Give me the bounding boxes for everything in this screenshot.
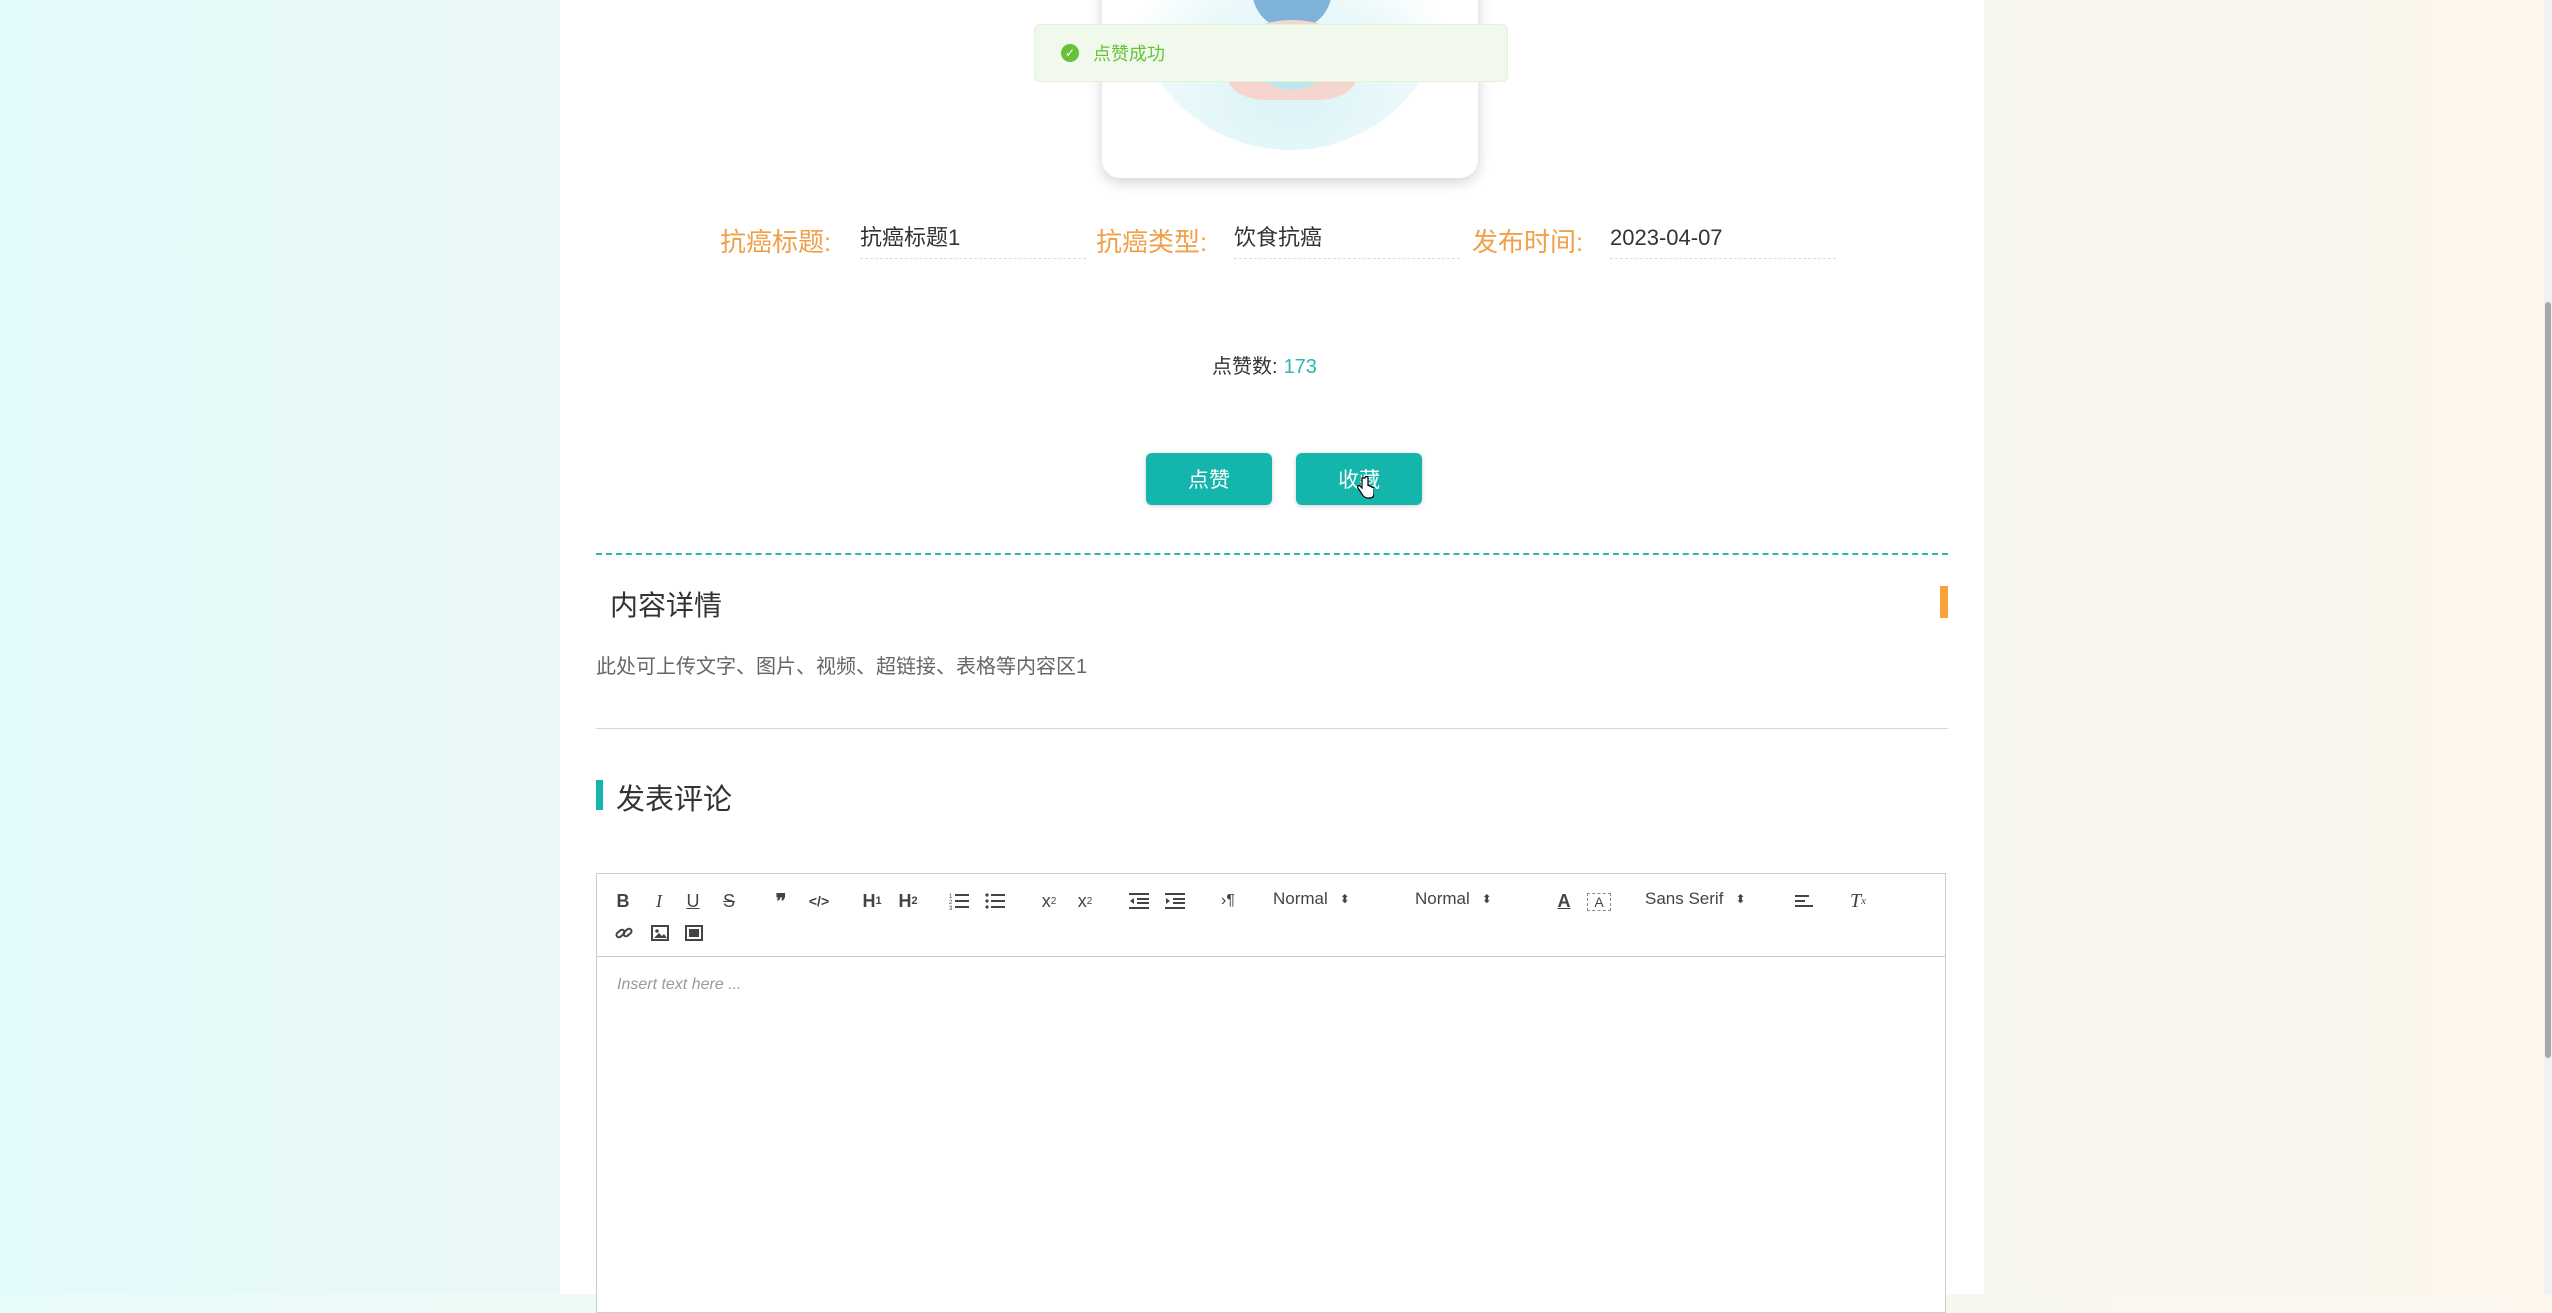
comment-title: 发表评论: [616, 784, 733, 816]
section-divider-dashed: [596, 553, 1948, 555]
select-arrows-icon: ⬍: [1735, 892, 1746, 906]
svg-text:3: 3: [949, 906, 953, 910]
bullet-list-icon[interactable]: [983, 889, 1007, 913]
comment-accent-bar: [596, 780, 603, 810]
like-button[interactable]: 点赞: [1146, 453, 1272, 505]
outdent-icon[interactable]: [1127, 889, 1151, 913]
font-select[interactable]: Sans Serif ⬍: [1645, 889, 1746, 909]
ordered-list-icon[interactable]: 123: [947, 889, 971, 913]
video-icon[interactable]: [683, 921, 705, 945]
title-label: 抗癌标题:: [720, 227, 832, 257]
size-select-value: Normal: [1415, 889, 1470, 908]
comment-editor: B I U S ❞ </> H1 H2 123 x2 x2 ›¶ Normal ⬍…: [596, 873, 1946, 1313]
clean-format-icon[interactable]: Tx: [1847, 889, 1869, 913]
page-background-left: [0, 0, 560, 1294]
align-icon[interactable]: [1793, 889, 1815, 913]
indent-icon[interactable]: [1163, 889, 1187, 913]
success-toast: ✓ 点赞成功: [1034, 24, 1508, 82]
toast-message: 点赞成功: [1093, 44, 1165, 64]
content-detail-title: 内容详情: [610, 590, 723, 621]
select-arrows-icon: ⬍: [1481, 892, 1492, 906]
underline-icon[interactable]: U: [683, 889, 703, 913]
superscript-icon[interactable]: x2: [1073, 889, 1097, 913]
header-2-icon[interactable]: H2: [895, 889, 921, 913]
editor-placeholder[interactable]: Insert text here ...: [617, 976, 742, 994]
code-block-icon[interactable]: </>: [807, 889, 831, 913]
subscript-icon[interactable]: x2: [1037, 889, 1061, 913]
font-select-value: Sans Serif: [1645, 889, 1724, 908]
italic-icon[interactable]: I: [649, 889, 669, 913]
select-arrows-icon: ⬍: [1339, 892, 1350, 906]
like-count-value: 173: [1283, 356, 1317, 378]
header-select[interactable]: Normal ⬍: [1273, 889, 1350, 909]
content-detail-text: 此处可上传文字、图片、视频、超链接、表格等内容区1: [596, 656, 1088, 678]
page-background-right: [1984, 0, 2552, 1294]
header-select-value: Normal: [1273, 889, 1328, 908]
page-scrollbar-thumb[interactable]: [2545, 302, 2551, 1058]
like-count: 点赞数: 173: [1212, 350, 1317, 379]
type-value: 饮食抗癌: [1234, 220, 1460, 259]
rtl-direction-icon[interactable]: ›¶: [1215, 889, 1241, 913]
hand-cursor-icon: [1357, 476, 1374, 499]
font-color-icon[interactable]: A: [1553, 889, 1575, 913]
type-label: 抗癌类型:: [1096, 227, 1208, 257]
editor-toolbar: B I U S ❞ </> H1 H2 123 x2 x2 ›¶ Normal ⬍…: [597, 874, 1945, 957]
bold-icon[interactable]: B: [613, 889, 633, 913]
section-accent-bar: [1940, 586, 1948, 618]
strike-icon[interactable]: S: [719, 889, 739, 913]
check-circle-icon: ✓: [1061, 44, 1079, 62]
like-count-label: 点赞数:: [1212, 356, 1278, 378]
publish-time-label: 发布时间:: [1472, 227, 1584, 257]
title-value: 抗癌标题1: [860, 220, 1086, 259]
publish-time-value: 2023-04-07: [1610, 220, 1836, 259]
size-select[interactable]: Normal ⬍: [1415, 889, 1492, 909]
blockquote-icon[interactable]: ❞: [771, 889, 791, 913]
background-color-icon[interactable]: A: [1587, 893, 1611, 911]
header-1-icon[interactable]: H1: [859, 889, 885, 913]
link-icon[interactable]: [613, 921, 635, 945]
section-divider-solid: [596, 728, 1948, 729]
image-icon[interactable]: [649, 921, 671, 945]
